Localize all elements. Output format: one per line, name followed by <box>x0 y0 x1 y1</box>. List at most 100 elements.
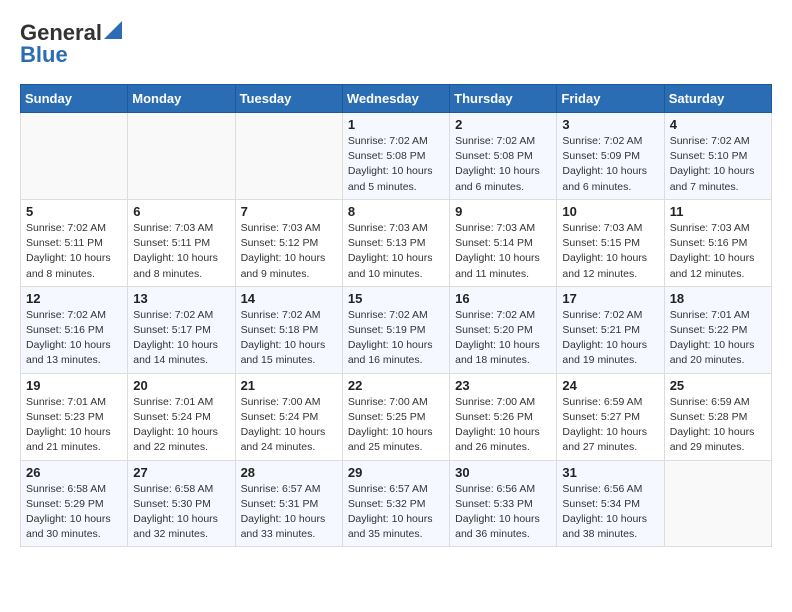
calendar-cell: 12 Sunrise: 7:02 AM Sunset: 5:16 PM Dayli… <box>21 286 128 373</box>
day-number: 17 <box>562 291 658 306</box>
day-number: 10 <box>562 204 658 219</box>
calendar-cell: 18Sunrise: 7:01 AM Sunset: 5:22 PM Dayli… <box>664 286 771 373</box>
day-number: 9 <box>455 204 551 219</box>
day-info: Sunrise: 7:01 AM Sunset: 5:24 PM Dayligh… <box>133 395 229 456</box>
day-number: 4 <box>670 117 766 132</box>
calendar-cell <box>235 113 342 200</box>
day-number: 15 <box>348 291 444 306</box>
calendar-week-3: 12 Sunrise: 7:02 AM Sunset: 5:16 PM Dayli… <box>21 286 772 373</box>
day-info: Sunrise: 7:00 AM Sunset: 5:25 PM Dayligh… <box>348 395 444 456</box>
calendar-header-row: SundayMondayTuesdayWednesdayThursdayFrid… <box>21 85 772 113</box>
calendar-cell: 21 Sunrise: 7:00 AM Sunset: 5:24 PM Dayli… <box>235 373 342 460</box>
day-number: 22 <box>348 378 444 393</box>
logo: General Blue <box>20 20 122 68</box>
calendar-cell: 16 Sunrise: 7:02 AM Sunset: 5:20 PM Dayli… <box>450 286 557 373</box>
calendar-cell: 30 Sunrise: 6:56 AM Sunset: 5:33 PM Dayli… <box>450 460 557 547</box>
calendar-cell: 13 Sunrise: 7:02 AM Sunset: 5:17 PM Dayli… <box>128 286 235 373</box>
calendar-week-1: 1 Sunrise: 7:02 AM Sunset: 5:08 PM Daylig… <box>21 113 772 200</box>
day-info: Sunrise: 6:57 AM Sunset: 5:32 PM Dayligh… <box>348 482 444 543</box>
day-info: Sunrise: 7:02 AM Sunset: 5:08 PM Dayligh… <box>455 134 551 195</box>
day-info: Sunrise: 7:03 AM Sunset: 5:14 PM Dayligh… <box>455 221 551 282</box>
calendar-cell: 29Sunrise: 6:57 AM Sunset: 5:32 PM Dayli… <box>342 460 449 547</box>
day-number: 7 <box>241 204 337 219</box>
day-info: Sunrise: 7:01 AM Sunset: 5:22 PM Dayligh… <box>670 308 766 369</box>
logo-triangle-icon <box>104 21 122 39</box>
weekday-header-monday: Monday <box>128 85 235 113</box>
calendar-cell: 24 Sunrise: 6:59 AM Sunset: 5:27 PM Dayli… <box>557 373 664 460</box>
calendar-cell: 20Sunrise: 7:01 AM Sunset: 5:24 PM Dayli… <box>128 373 235 460</box>
calendar-cell: 3Sunrise: 7:02 AM Sunset: 5:09 PM Daylig… <box>557 113 664 200</box>
day-info: Sunrise: 7:02 AM Sunset: 5:20 PM Dayligh… <box>455 308 551 369</box>
day-info: Sunrise: 7:03 AM Sunset: 5:12 PM Dayligh… <box>241 221 337 282</box>
calendar-cell: 25Sunrise: 6:59 AM Sunset: 5:28 PM Dayli… <box>664 373 771 460</box>
day-info: Sunrise: 6:59 AM Sunset: 5:27 PM Dayligh… <box>562 395 658 456</box>
calendar-cell: 5 Sunrise: 7:02 AM Sunset: 5:11 PM Daylig… <box>21 199 128 286</box>
day-info: Sunrise: 7:00 AM Sunset: 5:24 PM Dayligh… <box>241 395 337 456</box>
weekday-header-sunday: Sunday <box>21 85 128 113</box>
day-number: 5 <box>26 204 122 219</box>
calendar-cell: 26 Sunrise: 6:58 AM Sunset: 5:29 PM Dayli… <box>21 460 128 547</box>
day-info: Sunrise: 7:02 AM Sunset: 5:17 PM Dayligh… <box>133 308 229 369</box>
day-number: 26 <box>26 465 122 480</box>
calendar-week-5: 26 Sunrise: 6:58 AM Sunset: 5:29 PM Dayli… <box>21 460 772 547</box>
day-info: Sunrise: 6:57 AM Sunset: 5:31 PM Dayligh… <box>241 482 337 543</box>
day-info: Sunrise: 7:02 AM Sunset: 5:19 PM Dayligh… <box>348 308 444 369</box>
calendar-cell <box>664 460 771 547</box>
calendar-cell: 14Sunrise: 7:02 AM Sunset: 5:18 PM Dayli… <box>235 286 342 373</box>
day-info: Sunrise: 7:02 AM Sunset: 5:09 PM Dayligh… <box>562 134 658 195</box>
page-header: General Blue <box>20 20 772 68</box>
calendar-week-4: 19 Sunrise: 7:01 AM Sunset: 5:23 PM Dayli… <box>21 373 772 460</box>
day-info: Sunrise: 7:03 AM Sunset: 5:13 PM Dayligh… <box>348 221 444 282</box>
day-info: Sunrise: 6:58 AM Sunset: 5:29 PM Dayligh… <box>26 482 122 543</box>
day-info: Sunrise: 7:01 AM Sunset: 5:23 PM Dayligh… <box>26 395 122 456</box>
calendar-cell: 10 Sunrise: 7:03 AM Sunset: 5:15 PM Dayli… <box>557 199 664 286</box>
day-info: Sunrise: 7:02 AM Sunset: 5:16 PM Dayligh… <box>26 308 122 369</box>
day-info: Sunrise: 7:03 AM Sunset: 5:15 PM Dayligh… <box>562 221 658 282</box>
day-info: Sunrise: 7:02 AM Sunset: 5:10 PM Dayligh… <box>670 134 766 195</box>
calendar-week-2: 5 Sunrise: 7:02 AM Sunset: 5:11 PM Daylig… <box>21 199 772 286</box>
calendar-cell: 2 Sunrise: 7:02 AM Sunset: 5:08 PM Daylig… <box>450 113 557 200</box>
day-info: Sunrise: 7:02 AM Sunset: 5:21 PM Dayligh… <box>562 308 658 369</box>
day-info: Sunrise: 6:58 AM Sunset: 5:30 PM Dayligh… <box>133 482 229 543</box>
calendar-cell: 6 Sunrise: 7:03 AM Sunset: 5:11 PM Daylig… <box>128 199 235 286</box>
day-number: 24 <box>562 378 658 393</box>
day-info: Sunrise: 7:02 AM Sunset: 5:11 PM Dayligh… <box>26 221 122 282</box>
day-number: 21 <box>241 378 337 393</box>
calendar-cell: 11Sunrise: 7:03 AM Sunset: 5:16 PM Dayli… <box>664 199 771 286</box>
calendar-cell: 1 Sunrise: 7:02 AM Sunset: 5:08 PM Daylig… <box>342 113 449 200</box>
weekday-header-friday: Friday <box>557 85 664 113</box>
day-number: 13 <box>133 291 229 306</box>
calendar-cell <box>21 113 128 200</box>
day-number: 2 <box>455 117 551 132</box>
calendar-cell: 28Sunrise: 6:57 AM Sunset: 5:31 PM Dayli… <box>235 460 342 547</box>
day-number: 25 <box>670 378 766 393</box>
day-number: 8 <box>348 204 444 219</box>
day-number: 6 <box>133 204 229 219</box>
calendar-cell: 17 Sunrise: 7:02 AM Sunset: 5:21 PM Dayli… <box>557 286 664 373</box>
calendar-cell: 4 Sunrise: 7:02 AM Sunset: 5:10 PM Daylig… <box>664 113 771 200</box>
day-number: 31 <box>562 465 658 480</box>
calendar-cell: 19 Sunrise: 7:01 AM Sunset: 5:23 PM Dayli… <box>21 373 128 460</box>
calendar-cell: 31 Sunrise: 6:56 AM Sunset: 5:34 PM Dayli… <box>557 460 664 547</box>
day-number: 23 <box>455 378 551 393</box>
day-number: 16 <box>455 291 551 306</box>
day-number: 30 <box>455 465 551 480</box>
weekday-header-wednesday: Wednesday <box>342 85 449 113</box>
day-info: Sunrise: 7:02 AM Sunset: 5:18 PM Dayligh… <box>241 308 337 369</box>
day-info: Sunrise: 7:00 AM Sunset: 5:26 PM Dayligh… <box>455 395 551 456</box>
day-info: Sunrise: 6:56 AM Sunset: 5:34 PM Dayligh… <box>562 482 658 543</box>
day-info: Sunrise: 7:02 AM Sunset: 5:08 PM Dayligh… <box>348 134 444 195</box>
day-number: 19 <box>26 378 122 393</box>
day-info: Sunrise: 6:56 AM Sunset: 5:33 PM Dayligh… <box>455 482 551 543</box>
day-info: Sunrise: 7:03 AM Sunset: 5:11 PM Dayligh… <box>133 221 229 282</box>
calendar-cell: 22 Sunrise: 7:00 AM Sunset: 5:25 PM Dayli… <box>342 373 449 460</box>
day-number: 12 <box>26 291 122 306</box>
weekday-header-thursday: Thursday <box>450 85 557 113</box>
calendar-cell: 7 Sunrise: 7:03 AM Sunset: 5:12 PM Daylig… <box>235 199 342 286</box>
calendar-cell <box>128 113 235 200</box>
calendar-cell: 23 Sunrise: 7:00 AM Sunset: 5:26 PM Dayli… <box>450 373 557 460</box>
calendar-cell: 8 Sunrise: 7:03 AM Sunset: 5:13 PM Daylig… <box>342 199 449 286</box>
calendar-table: SundayMondayTuesdayWednesdayThursdayFrid… <box>20 84 772 547</box>
day-info: Sunrise: 7:03 AM Sunset: 5:16 PM Dayligh… <box>670 221 766 282</box>
day-number: 1 <box>348 117 444 132</box>
